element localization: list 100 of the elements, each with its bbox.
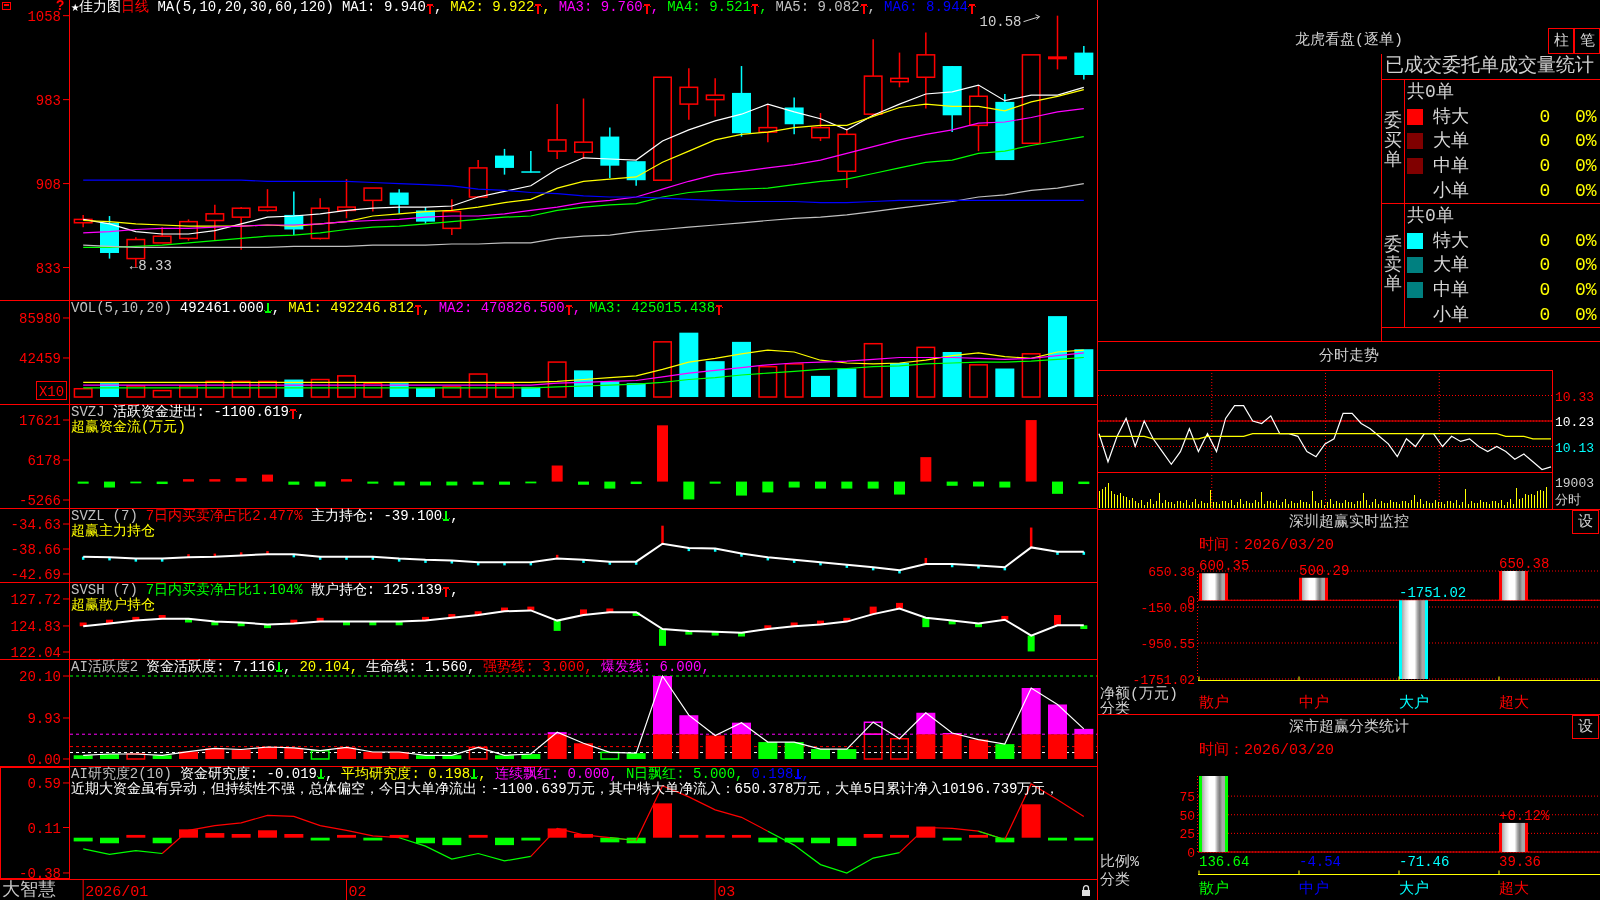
- category-label: 散户: [1199, 881, 1229, 898]
- timestamp: 时间：2026/03/20: [1199, 537, 1334, 553]
- axis-label: 17621: [19, 413, 61, 429]
- axis-label: 50: [1179, 808, 1195, 824]
- axis-label: 25: [1179, 827, 1195, 843]
- order-count: 0: [1538, 231, 1552, 250]
- legend-text: 超赢主力持仓: [71, 524, 155, 539]
- reading-label: 136.64: [1199, 854, 1250, 870]
- order-total: 共0单: [1407, 207, 1454, 226]
- order-size-label: 中单: [1433, 281, 1470, 300]
- legend-text: MA(5,10,20,30,60,120): [157, 0, 334, 15]
- volume-scale-label: 19003: [1555, 476, 1594, 491]
- order-size-label: 大单: [1433, 256, 1470, 275]
- legend-text: N日飘红: 5.000,: [625, 767, 744, 782]
- reading-label: -71.46: [1399, 854, 1450, 870]
- order-percent: 0%: [1575, 231, 1597, 250]
- order-size-label: 小单: [1433, 181, 1470, 200]
- low-price-label: ←8.33: [129, 257, 172, 274]
- legend-text: MA4: 9.521: [667, 0, 752, 15]
- reading-label: -4.54: [1299, 854, 1341, 870]
- legend-text: 平均研究度: 0.198: [341, 767, 471, 782]
- axis-label: 20.10: [19, 669, 61, 685]
- legend-text: ★佳力图: [71, 0, 122, 15]
- legend-text: (7): [112, 583, 138, 598]
- order-percent: 0%: [1575, 132, 1597, 151]
- legend-text: MA2: 470826.500: [438, 301, 565, 316]
- legend-text: MA5: 9.082: [775, 0, 860, 15]
- category-label: 超大: [1499, 881, 1529, 898]
- table-title: 已成交委托单成交量统计: [1385, 57, 1594, 76]
- legend-text: ,: [650, 0, 660, 15]
- order-count: 0: [1538, 132, 1552, 151]
- legend-text: MA3: 425015.438: [589, 301, 716, 316]
- reading-label: 39.36: [1499, 854, 1541, 870]
- scale-label: X10: [36, 381, 67, 400]
- order-count: 0: [1538, 305, 1552, 324]
- legend-text: ,: [422, 301, 431, 316]
- axis-label: 908: [35, 176, 61, 193]
- panel-title: 龙虎看盘(逐单): [1295, 32, 1403, 50]
- axis-label: 127.72: [10, 591, 61, 608]
- axis-label: 10.23: [1555, 415, 1594, 430]
- legend-text: 超赢散户持仓: [71, 598, 155, 613]
- legend-text: 资金活跃度: 7.116: [146, 660, 276, 675]
- order-total: 共0单: [1407, 83, 1454, 102]
- legend-text: 0.198: [751, 767, 794, 782]
- legend-text: MA2: 9.922: [450, 0, 535, 15]
- legend-text: AI研究度2(10): [71, 767, 172, 782]
- value-label: 600.35: [1199, 558, 1250, 575]
- order-count: 0: [1538, 281, 1552, 300]
- legend-text: 资金研究度: -0.019: [179, 767, 318, 782]
- axis-label: -34.63: [10, 517, 61, 533]
- order-percent: 0%: [1575, 107, 1597, 126]
- legend-text: 主力持仓: -39.100: [310, 509, 443, 524]
- legend-text: MA3: 9.760: [558, 0, 643, 15]
- legend-text: ,: [283, 660, 292, 675]
- brand-label: 大智慧: [2, 881, 56, 899]
- group-label: 委卖单: [1384, 235, 1402, 296]
- axis-label: 0.59: [27, 775, 61, 792]
- order-count: 0: [1538, 181, 1552, 200]
- legend-text: MA1: 492246.812: [288, 301, 415, 316]
- order-count: 0: [1538, 107, 1552, 126]
- axis-label: -5266: [19, 493, 61, 508]
- axis-label: 42459: [19, 351, 61, 367]
- legend-text: 活跃资金进出: -1100.619: [112, 405, 290, 420]
- legend-text: ,: [450, 509, 459, 524]
- category-label: 中户: [1299, 881, 1329, 898]
- category-label: 大户: [1399, 695, 1429, 712]
- category-label: 大户: [1399, 881, 1429, 898]
- legend-text: 7日内买卖净占比1.104%: [145, 583, 303, 598]
- legend-text: ,: [572, 301, 582, 316]
- value-label: 650.38: [1499, 556, 1550, 572]
- order-percent: 0%: [1575, 157, 1597, 176]
- axis-title: 比例%: [1100, 854, 1139, 871]
- axis-label: 85980: [19, 311, 61, 327]
- legend-text: MA1: 9.940: [341, 0, 426, 15]
- legend-text: ,: [297, 405, 306, 420]
- date-label: 03: [717, 884, 736, 900]
- order-percent: 0%: [1575, 181, 1597, 200]
- panel-title: 分时走势: [1319, 348, 1379, 364]
- legend-text: 超赢资金流(万元): [71, 420, 186, 435]
- legend-text: 爆发线: 6.000,: [600, 660, 710, 675]
- legend-text: ,: [325, 767, 334, 782]
- order-size-label: 小单: [1433, 305, 1470, 324]
- legend-text: 492461.000: [179, 301, 264, 316]
- legend-text: SVSH: [71, 583, 105, 598]
- axis-label: -950.55: [1140, 637, 1195, 652]
- legend-text: 连续飘红: 0.000,: [494, 767, 618, 782]
- legend-text: 强势线: 3.000,: [483, 660, 593, 675]
- axis-label: 6178: [27, 453, 61, 469]
- axis-label: -42.69: [10, 567, 61, 582]
- legend-text: ,: [801, 767, 810, 782]
- axis-label: 10.33: [1555, 389, 1594, 405]
- order-percent: 0%: [1575, 281, 1597, 300]
- axis-label: 75: [1179, 790, 1195, 806]
- axis-label: -38.66: [10, 542, 61, 558]
- period-label: 分时: [1555, 493, 1581, 508]
- legend-text: ,: [450, 583, 459, 598]
- legend-text: MA6: 8.944: [884, 0, 968, 15]
- category-label: 散户: [1199, 695, 1229, 712]
- timestamp: 时间：2026/03/20: [1199, 742, 1334, 758]
- axis-label: 0: [1187, 846, 1195, 861]
